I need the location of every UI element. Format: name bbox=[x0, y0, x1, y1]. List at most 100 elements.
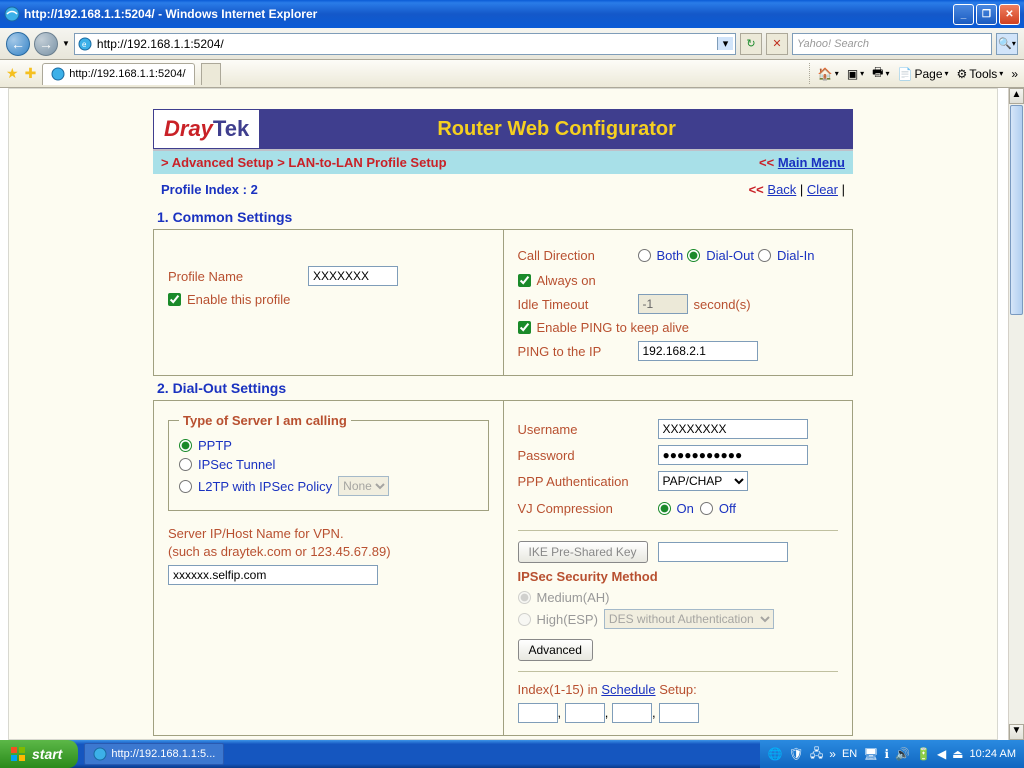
call-direction-dial-in[interactable] bbox=[758, 249, 771, 262]
schedule-prefix: Index(1-15) in bbox=[518, 682, 598, 697]
page-menu-label: Page bbox=[914, 67, 942, 81]
start-button[interactable]: start bbox=[0, 740, 78, 768]
nav-history-arrow[interactable]: ▼ bbox=[62, 39, 70, 48]
start-label: start bbox=[32, 746, 62, 762]
back-link[interactable]: Back bbox=[767, 182, 796, 197]
always-on-label: Always on bbox=[537, 273, 596, 288]
search-field[interactable]: Yahoo! Search bbox=[792, 33, 992, 55]
call-direction-label: Call Direction bbox=[518, 248, 638, 263]
schedule-2[interactable] bbox=[565, 703, 605, 723]
vj-off[interactable] bbox=[700, 502, 713, 515]
tray-monitor-icon[interactable]: 🖥 bbox=[863, 747, 878, 761]
vj-on[interactable] bbox=[658, 502, 671, 515]
search-button[interactable]: 🔍▾ bbox=[996, 33, 1018, 55]
scroll-up-arrow[interactable]: ▲ bbox=[1009, 88, 1024, 104]
browser-viewport: DrayTek Router Web Configurator > Advanc… bbox=[0, 88, 1024, 740]
server-type-l2tp[interactable] bbox=[179, 480, 192, 493]
page-title: Router Web Configurator bbox=[260, 118, 853, 141]
tray-clock[interactable]: 10:24 AM bbox=[970, 748, 1016, 760]
server-type-fieldset: Type of Server I am calling PPTP IPSec T… bbox=[168, 413, 489, 511]
favorites-star-icon[interactable]: ★ bbox=[6, 65, 19, 82]
home-button[interactable]: 🏠▾ bbox=[818, 67, 839, 81]
enable-profile-checkbox[interactable] bbox=[168, 293, 181, 306]
server-type-pptp[interactable] bbox=[179, 439, 192, 452]
tray-volume-icon[interactable]: 🔊 bbox=[895, 747, 910, 761]
enable-ping-label: Enable PING to keep alive bbox=[537, 320, 689, 335]
dial-out-right: Username Password PPP AuthenticationPAP/… bbox=[504, 400, 854, 736]
schedule-3[interactable] bbox=[612, 703, 652, 723]
tray-overflow-icon[interactable]: » bbox=[829, 747, 836, 761]
toolbar-overflow[interactable]: » bbox=[1011, 67, 1018, 81]
server-ip-input[interactable] bbox=[168, 565, 378, 585]
schedule-link[interactable]: Schedule bbox=[601, 682, 655, 697]
section-2-title: 2. Dial-Out Settings bbox=[153, 376, 853, 400]
refresh-button[interactable]: ↻ bbox=[740, 33, 762, 55]
new-tab-button[interactable] bbox=[201, 63, 221, 85]
section-1-title: 1. Common Settings bbox=[153, 205, 853, 229]
schedule-4[interactable] bbox=[659, 703, 699, 723]
breadcrumb-path: > Advanced Setup > LAN-to-LAN Profile Se… bbox=[161, 155, 447, 170]
add-favorites-icon[interactable]: ✚ bbox=[25, 65, 37, 82]
back-button[interactable]: ← bbox=[6, 32, 30, 56]
ipsec-method-title: IPSec Security Method bbox=[518, 569, 839, 584]
close-button[interactable]: ✕ bbox=[999, 4, 1020, 25]
maximize-button[interactable]: ❐ bbox=[976, 4, 997, 25]
server-type-ipsec[interactable] bbox=[179, 458, 192, 471]
scroll-down-arrow[interactable]: ▼ bbox=[1009, 724, 1024, 740]
browser-tab[interactable]: http://192.168.1.1:5204/ bbox=[42, 63, 194, 85]
breadcrumb: > Advanced Setup > LAN-to-LAN Profile Se… bbox=[153, 149, 853, 174]
clear-link[interactable]: Clear bbox=[807, 182, 838, 197]
address-bar[interactable]: e http://192.168.1.1:5204/ ▾ bbox=[74, 33, 736, 55]
svg-text:e: e bbox=[82, 40, 87, 49]
address-dropdown-arrow[interactable]: ▾ bbox=[717, 37, 733, 50]
tools-menu[interactable]: ⚙Tools▾ bbox=[957, 67, 1004, 81]
ping-ip-label: PING to the IP bbox=[518, 344, 638, 359]
vertical-scrollbar[interactable]: ▲ ▼ bbox=[1008, 88, 1024, 740]
minimize-button[interactable]: _ bbox=[953, 4, 974, 25]
enable-profile-label: Enable this profile bbox=[187, 292, 290, 307]
ike-preshared-key-input[interactable] bbox=[658, 542, 788, 562]
router-header: DrayTek Router Web Configurator bbox=[153, 109, 853, 149]
profile-name-input[interactable] bbox=[308, 266, 398, 286]
tray-network-icon[interactable]: 🖧 bbox=[810, 744, 823, 765]
call-direction-both[interactable] bbox=[638, 249, 651, 262]
main-menu-link[interactable]: Main Menu bbox=[778, 155, 845, 170]
page-icon: e bbox=[77, 36, 93, 52]
profile-index: Profile Index : 2 bbox=[161, 182, 258, 197]
schedule-1[interactable] bbox=[518, 703, 558, 723]
feeds-button[interactable]: ▣▾ bbox=[847, 67, 864, 81]
ipsec-medium bbox=[518, 591, 531, 604]
ping-ip-input[interactable] bbox=[638, 341, 758, 361]
ppp-auth-label: PPP Authentication bbox=[518, 474, 658, 489]
common-settings-right: Call Direction Both Dial-Out Dial-In Alw… bbox=[504, 229, 854, 376]
taskbar-task-ie[interactable]: http://192.168.1.1:5... bbox=[84, 743, 224, 765]
call-direction-dial-out[interactable] bbox=[687, 249, 700, 262]
tray-shield-icon[interactable]: 🛡 bbox=[789, 747, 804, 761]
enable-ping-checkbox[interactable] bbox=[518, 321, 531, 334]
tray-lang[interactable]: EN bbox=[842, 748, 857, 760]
tray-battery-icon[interactable]: 🔋 bbox=[916, 747, 931, 761]
idle-timeout-unit: second(s) bbox=[694, 297, 751, 312]
logo-dray: Dray bbox=[164, 116, 213, 142]
tray-eject-icon[interactable]: ⏏ bbox=[952, 747, 963, 761]
server-ip-hint-2: (such as draytek.com or 123.45.67.89) bbox=[168, 543, 489, 561]
advanced-button[interactable]: Advanced bbox=[518, 639, 593, 661]
page-menu[interactable]: 📄Page▾ bbox=[898, 67, 949, 81]
ipsec-high-select: DES without Authentication bbox=[604, 609, 774, 629]
dialout-password-input[interactable] bbox=[658, 445, 808, 465]
logo-tek: Tek bbox=[213, 116, 249, 142]
always-on-checkbox[interactable] bbox=[518, 274, 531, 287]
forward-button[interactable]: → bbox=[34, 32, 58, 56]
scroll-thumb[interactable] bbox=[1010, 105, 1023, 315]
dialout-username-input[interactable] bbox=[658, 419, 808, 439]
tray-caret-icon[interactable]: ◀ bbox=[937, 747, 946, 761]
tray-ie-icon[interactable]: 🌐 bbox=[768, 747, 783, 761]
tray-info-icon[interactable]: ℹ bbox=[884, 747, 889, 761]
print-button[interactable]: 🖶▾ bbox=[872, 63, 889, 84]
dialout-password-label: Password bbox=[518, 448, 658, 463]
profile-name-label: Profile Name bbox=[168, 269, 308, 284]
ppp-auth-select[interactable]: PAP/CHAP bbox=[658, 471, 748, 491]
back-chevrons: << bbox=[749, 182, 764, 197]
ipsec-high bbox=[518, 613, 531, 626]
stop-button[interactable]: ✕ bbox=[766, 33, 788, 55]
